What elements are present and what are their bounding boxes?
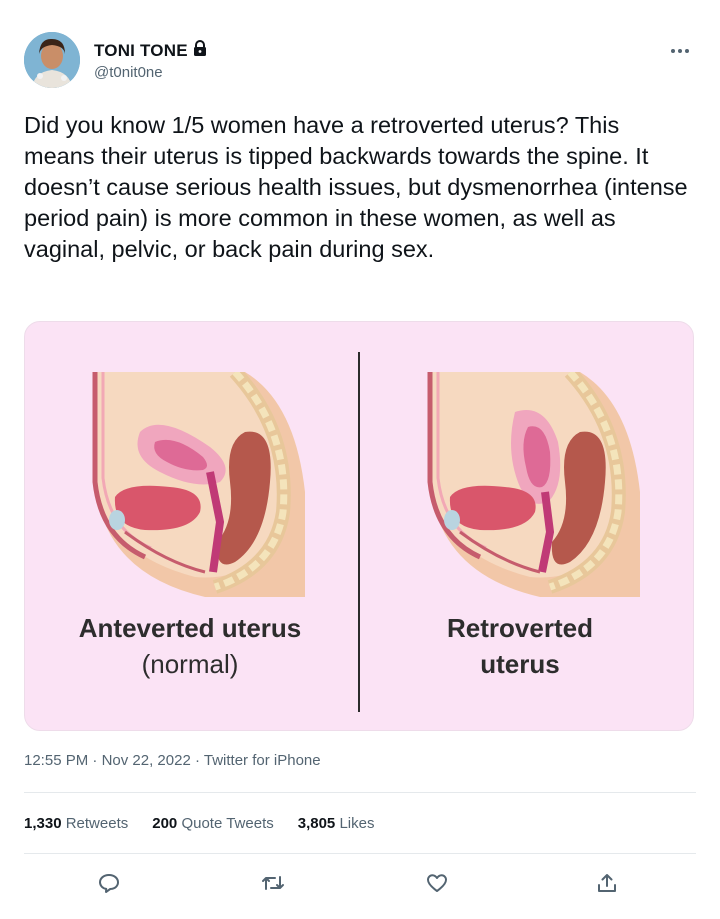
retweet-icon[interactable] — [256, 866, 290, 900]
left-caption: Anteverted uterus (normal) — [35, 610, 345, 682]
reply-icon[interactable] — [92, 866, 126, 900]
meta-separator: · — [92, 752, 98, 769]
retweets-label: Retweets — [65, 815, 129, 832]
like-icon[interactable] — [420, 866, 454, 900]
tweet-actions — [24, 866, 696, 900]
retweets-count: 1,330 — [24, 815, 62, 832]
retroverted-uterus-illustration — [427, 372, 640, 597]
tweet-image[interactable]: Anteverted uterus (normal) Retroverted u… — [24, 321, 694, 731]
left-caption-subtitle: (normal) — [141, 649, 239, 679]
tweet-time[interactable]: 12:55 PM — [24, 752, 88, 769]
tweet-meta: 12:55 PM · Nov 22, 2022 · Twitter for iP… — [24, 752, 321, 769]
right-caption-line2: uterus — [480, 649, 560, 679]
quotes-count: 200 — [152, 815, 178, 832]
likes-stat[interactable]: 3,805 Likes — [298, 815, 375, 832]
quotes-stat[interactable]: 200 Quote Tweets — [152, 815, 273, 832]
meta-separator: · — [194, 752, 200, 769]
author-name[interactable]: TONI TONE — [94, 41, 188, 61]
tweet-source[interactable]: Twitter for iPhone — [204, 752, 321, 769]
author-handle[interactable]: @t0nit0ne — [94, 64, 163, 81]
author-name-row[interactable]: TONI TONE — [94, 40, 207, 61]
likes-count: 3,805 — [297, 815, 336, 832]
image-divider — [358, 352, 360, 712]
retweets-stat[interactable]: 1,330 Retweets — [24, 815, 128, 832]
divider — [24, 853, 696, 854]
divider — [24, 792, 696, 793]
tweet-text: Did you know 1/5 women have a retroverte… — [24, 112, 688, 262]
tweet-date[interactable]: Nov 22, 2022 — [102, 752, 191, 769]
ellipsis-icon[interactable] — [670, 38, 690, 59]
right-caption-line1: Retroverted — [447, 613, 593, 643]
anteverted-uterus-illustration — [92, 372, 305, 597]
right-caption: Retroverted uterus — [365, 610, 675, 682]
share-icon[interactable] — [590, 866, 624, 900]
left-caption-title: Anteverted uterus — [78, 613, 302, 643]
tweet-stats: 1,330 Retweets 200 Quote Tweets 3,805 Li… — [24, 815, 374, 832]
avatar[interactable] — [24, 32, 80, 88]
lock-icon — [193, 40, 207, 61]
avatar-image — [24, 32, 80, 88]
quotes-label: Quote Tweets — [181, 815, 274, 832]
likes-label: Likes — [339, 815, 375, 832]
